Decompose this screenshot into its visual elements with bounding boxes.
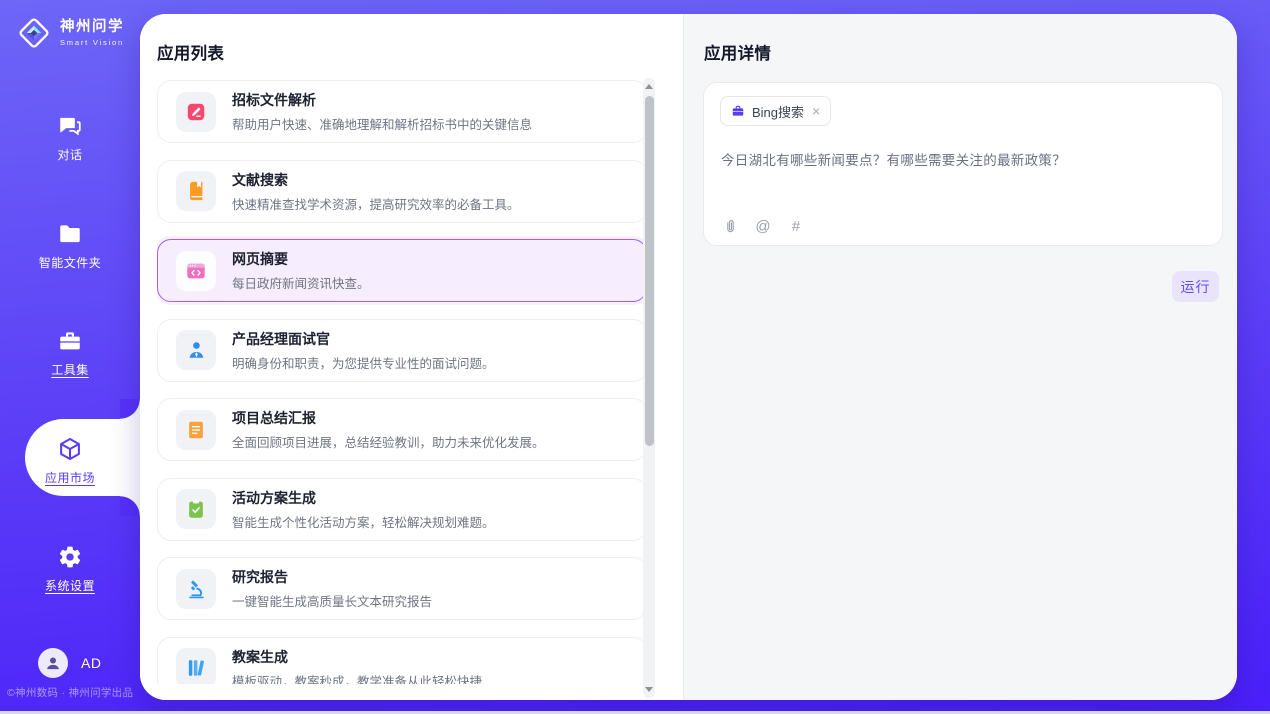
app-desc: 全面回顾项目进展，总结经验教训，助力未来优化发展。 (232, 432, 545, 451)
brand-tagline: Smart Vision (60, 38, 124, 47)
user-name: AD (81, 655, 101, 671)
chat-icon (57, 113, 83, 139)
book-icon (176, 171, 216, 211)
app-text: 研究报告一键智能生成高质量长文本研究报告 (232, 567, 432, 610)
brand-name: 神州问学 (60, 19, 124, 36)
active-tab-curve-top (120, 399, 140, 419)
app-text: 产品经理面试官明确身份和职责，为您提供专业性的面试问题。 (232, 329, 495, 372)
app-list-item[interactable]: 文献搜索快速精准查找学术资源，提高研究效率的必备工具。 (157, 160, 647, 223)
avatar[interactable] (38, 648, 68, 678)
app-window: 神州问学 Smart Vision 对话智能文件夹工具集应用市场系统设置 AD … (0, 0, 1270, 714)
app-desc: 模板驱动，教案秒成，教学准备从此轻松快捷 (232, 671, 482, 685)
sidebar-item-label: 应用市场 (45, 469, 95, 486)
sidebar-item-4[interactable]: 系统设置 (0, 544, 140, 594)
sidebar-item-3[interactable]: 应用市场 (0, 436, 140, 486)
sidebar-item-label: 工具集 (51, 361, 89, 378)
app-title: 产品经理面试官 (232, 329, 495, 349)
brand-logo: 神州问学 Smart Vision (16, 15, 124, 51)
paperclip-icon[interactable] (721, 217, 739, 235)
app-list: 招标文件解析帮助用户快速、准确地理解和解析招标书中的关键信息文献搜索快速精准查找… (157, 80, 647, 684)
sidebar-item-2[interactable]: 工具集 (0, 328, 140, 378)
scrollbar[interactable] (643, 78, 655, 698)
microscope-icon (176, 569, 216, 609)
app-text: 网页摘要每日政府新闻资讯快查。 (232, 249, 370, 292)
app-desc: 智能生成个性化活动方案，轻松解决规划难题。 (232, 512, 495, 531)
app-detail-title: 应用详情 (704, 40, 771, 64)
edit-document-icon (176, 92, 216, 132)
sidebar-item-label: 系统设置 (45, 577, 95, 594)
sidebar-item-label: 智能文件夹 (39, 254, 102, 271)
app-text: 招标文件解析帮助用户快速、准确地理解和解析招标书中的关键信息 (232, 90, 532, 133)
app-list-item[interactable]: 项目总结汇报全面回顾项目进展，总结经验教训，助力未来优化发展。 (157, 398, 647, 461)
gear-icon (57, 544, 83, 570)
user-icon (43, 653, 63, 673)
cube-icon (57, 436, 83, 462)
books-icon (176, 648, 216, 684)
app-list-item[interactable]: 网页摘要每日政府新闻资讯快查。 (157, 239, 647, 302)
sidebar: 神州问学 Smart Vision 对话智能文件夹工具集应用市场系统设置 AD … (0, 0, 140, 714)
main-panel: 应用列表 招标文件解析帮助用户快速、准确地理解和解析招标书中的关键信息文献搜索快… (140, 14, 1237, 700)
app-title: 文献搜索 (232, 170, 520, 190)
briefcase-icon (731, 104, 745, 118)
folder-icon (57, 221, 83, 247)
app-title: 活动方案生成 (232, 488, 495, 508)
app-title: 网页摘要 (232, 249, 370, 269)
run-button[interactable]: 运行 (1172, 271, 1219, 302)
app-text: 项目总结汇报全面回顾项目进展，总结经验教训，助力未来优化发展。 (232, 408, 545, 451)
mention-icon[interactable]: @ (754, 217, 772, 235)
toolbox-icon (57, 328, 83, 354)
app-text: 文献搜索快速精准查找学术资源，提高研究效率的必备工具。 (232, 170, 520, 213)
active-tab-curve-bottom (120, 496, 140, 516)
app-text: 活动方案生成智能生成个性化活动方案，轻松解决规划难题。 (232, 488, 495, 531)
app-title: 研究报告 (232, 567, 432, 587)
app-detail-section: 应用详情 Bing搜索 × 今日湖北有哪些新闻要点？有哪些需要关注的最新政策？ (684, 14, 1237, 700)
interviewer-icon (176, 330, 216, 370)
app-list-item[interactable]: 教案生成模板驱动，教案秒成，教学准备从此轻松快捷 (157, 637, 647, 685)
app-desc: 每日政府新闻资讯快查。 (232, 273, 370, 292)
sidebar-item-0[interactable]: 对话 (0, 113, 140, 163)
app-desc: 明确身份和职责，为您提供专业性的面试问题。 (232, 353, 495, 372)
composer-toolbar: @ # (721, 217, 805, 235)
sidebar-item-1[interactable]: 智能文件夹 (0, 221, 140, 271)
app-text: 教案生成模板驱动，教案秒成，教学准备从此轻松快捷 (232, 647, 482, 685)
tool-chip[interactable]: Bing搜索 × (720, 96, 831, 126)
app-list-item[interactable]: 招标文件解析帮助用户快速、准确地理解和解析招标书中的关键信息 (157, 80, 647, 143)
app-title: 教案生成 (232, 647, 482, 667)
report-note-icon (176, 410, 216, 450)
user-menu[interactable]: AD (38, 648, 101, 678)
app-title: 招标文件解析 (232, 90, 532, 110)
hash-icon[interactable]: # (787, 217, 805, 235)
brand-text: 神州问学 Smart Vision (60, 19, 124, 47)
app-list-section: 应用列表 招标文件解析帮助用户快速、准确地理解和解析招标书中的关键信息文献搜索快… (140, 14, 683, 700)
app-list-item[interactable]: 研究报告一键智能生成高质量长文本研究报告 (157, 557, 647, 620)
tool-chip-label: Bing搜索 (752, 102, 804, 121)
app-list-item[interactable]: 产品经理面试官明确身份和职责，为您提供专业性的面试问题。 (157, 319, 647, 382)
copyright-text: ©神州数码 · 神州问学出品 (7, 685, 133, 700)
app-list-item[interactable]: 活动方案生成智能生成个性化活动方案，轻松解决规划难题。 (157, 478, 647, 541)
prompt-composer: Bing搜索 × 今日湖北有哪些新闻要点？有哪些需要关注的最新政策？ @ # (703, 82, 1223, 246)
chip-close-icon[interactable]: × (812, 104, 820, 118)
sidebar-item-label: 对话 (57, 146, 82, 163)
app-title: 项目总结汇报 (232, 408, 545, 428)
app-desc: 帮助用户快速、准确地理解和解析招标书中的关键信息 (232, 114, 532, 133)
scroll-up-icon[interactable] (645, 84, 653, 89)
diamond-logo-icon (16, 15, 52, 51)
scroll-down-icon[interactable] (645, 687, 653, 692)
prompt-input[interactable]: 今日湖北有哪些新闻要点？有哪些需要关注的最新政策？ (721, 149, 1202, 169)
app-list-title: 应用列表 (157, 40, 224, 64)
app-desc: 快速精准查找学术资源，提高研究效率的必备工具。 (232, 194, 520, 213)
scrollbar-thumb[interactable] (645, 96, 654, 446)
web-code-icon (176, 251, 216, 291)
clipboard-check-icon (176, 489, 216, 529)
app-desc: 一键智能生成高质量长文本研究报告 (232, 591, 432, 610)
